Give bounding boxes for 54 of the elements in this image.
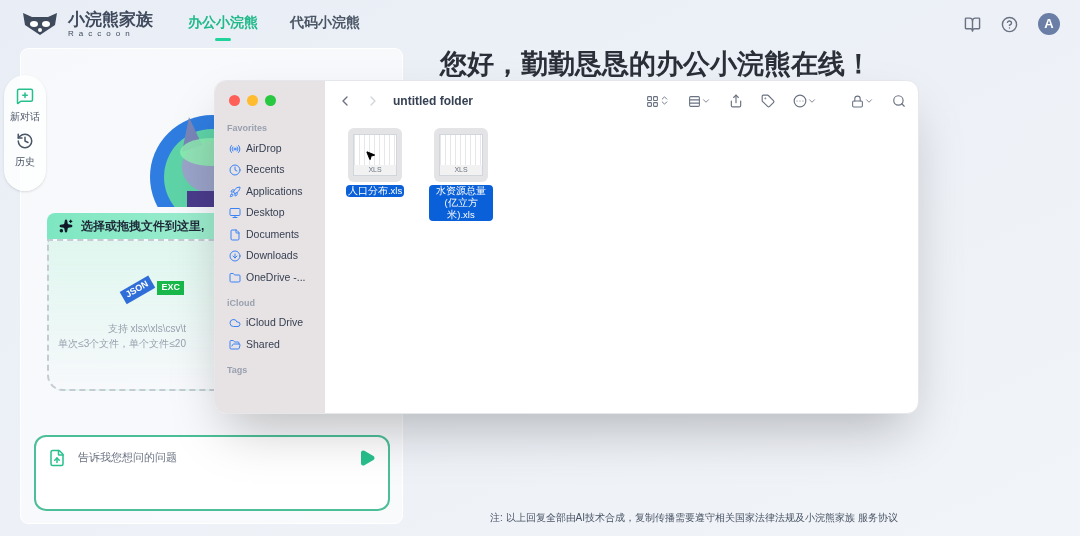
user-avatar[interactable]: A xyxy=(1038,13,1060,35)
help-icon[interactable] xyxy=(1001,15,1018,33)
welcome-headline: 您好，勤勤恳恳的办公小浣熊在线！ xyxy=(440,50,873,78)
close-button[interactable] xyxy=(229,95,240,106)
raccoon-logo-icon xyxy=(20,11,60,37)
cloud-icon xyxy=(229,317,241,330)
cursor-icon xyxy=(365,150,376,161)
tag-icon[interactable] xyxy=(761,94,775,108)
file-name: 人口分布.xls xyxy=(345,185,405,197)
sidebar-section-heading: Tags xyxy=(227,363,249,377)
upload-hint: 支持 xlsx\xls\csv\t xyxy=(107,322,186,336)
folder-icon xyxy=(229,338,241,351)
finder-sidebar-item[interactable]: Downloads xyxy=(229,245,325,267)
more-actions-icon[interactable] xyxy=(793,94,817,108)
document-icon xyxy=(229,228,241,241)
footer-notice: 注: 以上回复全部由AI技术合成，复制传播需要遵守相关国家法律法规及小浣熊家族 服务协议 xyxy=(490,511,898,525)
clock-icon xyxy=(229,164,241,177)
finder-sidebar-item[interactable]: OneDrive -... xyxy=(229,267,325,289)
side-action-button[interactable]: 历史 xyxy=(15,132,35,169)
share-icon[interactable] xyxy=(729,94,743,108)
search-icon[interactable] xyxy=(892,94,906,108)
chat-input-field[interactable]: 告诉我您想问的问题 xyxy=(77,449,346,466)
excel-file-badge: EXC xyxy=(157,281,184,295)
finder-sidebar-item[interactable]: iCloud Drive xyxy=(229,312,325,334)
folder-title: untitled folder xyxy=(393,93,473,110)
upload-hint: 单次≤3个文件，单个文件≤20 xyxy=(58,337,186,351)
chat-input-box[interactable]: 告诉我您想问的问题 xyxy=(33,435,390,511)
brand-subtitle: Raccoon xyxy=(68,29,136,38)
file-upload-icon[interactable] xyxy=(47,449,66,467)
book-icon[interactable] xyxy=(964,15,981,33)
file-name: 水资源总量 (亿立方米).xls xyxy=(429,185,493,221)
nav-tab[interactable]: 代码小浣熊 xyxy=(290,11,360,37)
brand-title: 小浣熊家族 xyxy=(68,10,153,28)
monitor-icon xyxy=(229,207,241,220)
group-by-icon[interactable] xyxy=(688,94,711,108)
sidebar-section-heading: iCloud xyxy=(227,296,256,310)
sidebar-section-heading: Favorites xyxy=(227,122,269,135)
view-toggle-icon[interactable] xyxy=(646,94,670,108)
finder-sidebar-item[interactable]: Recents xyxy=(229,159,325,181)
finder-sidebar-item[interactable]: Shared xyxy=(229,334,325,356)
finder-sidebar-item[interactable]: Applications xyxy=(229,181,325,203)
side-action-button[interactable]: 新对话 xyxy=(10,87,40,124)
download-icon xyxy=(229,250,241,263)
upload-heading: 选择或拖拽文件到这里, xyxy=(81,218,205,235)
chat-plus-icon xyxy=(16,87,34,105)
rocket-icon xyxy=(229,185,241,198)
finder-sidebar-item[interactable]: AirDrop xyxy=(229,138,325,160)
history-icon xyxy=(16,132,34,150)
finder-sidebar-item[interactable]: Desktop xyxy=(229,202,325,224)
tab-underline xyxy=(215,37,231,41)
folder-icon xyxy=(229,271,241,284)
lock-icon[interactable] xyxy=(851,94,874,108)
sparkle-icon xyxy=(59,219,73,233)
radio-waves-icon xyxy=(229,142,241,155)
